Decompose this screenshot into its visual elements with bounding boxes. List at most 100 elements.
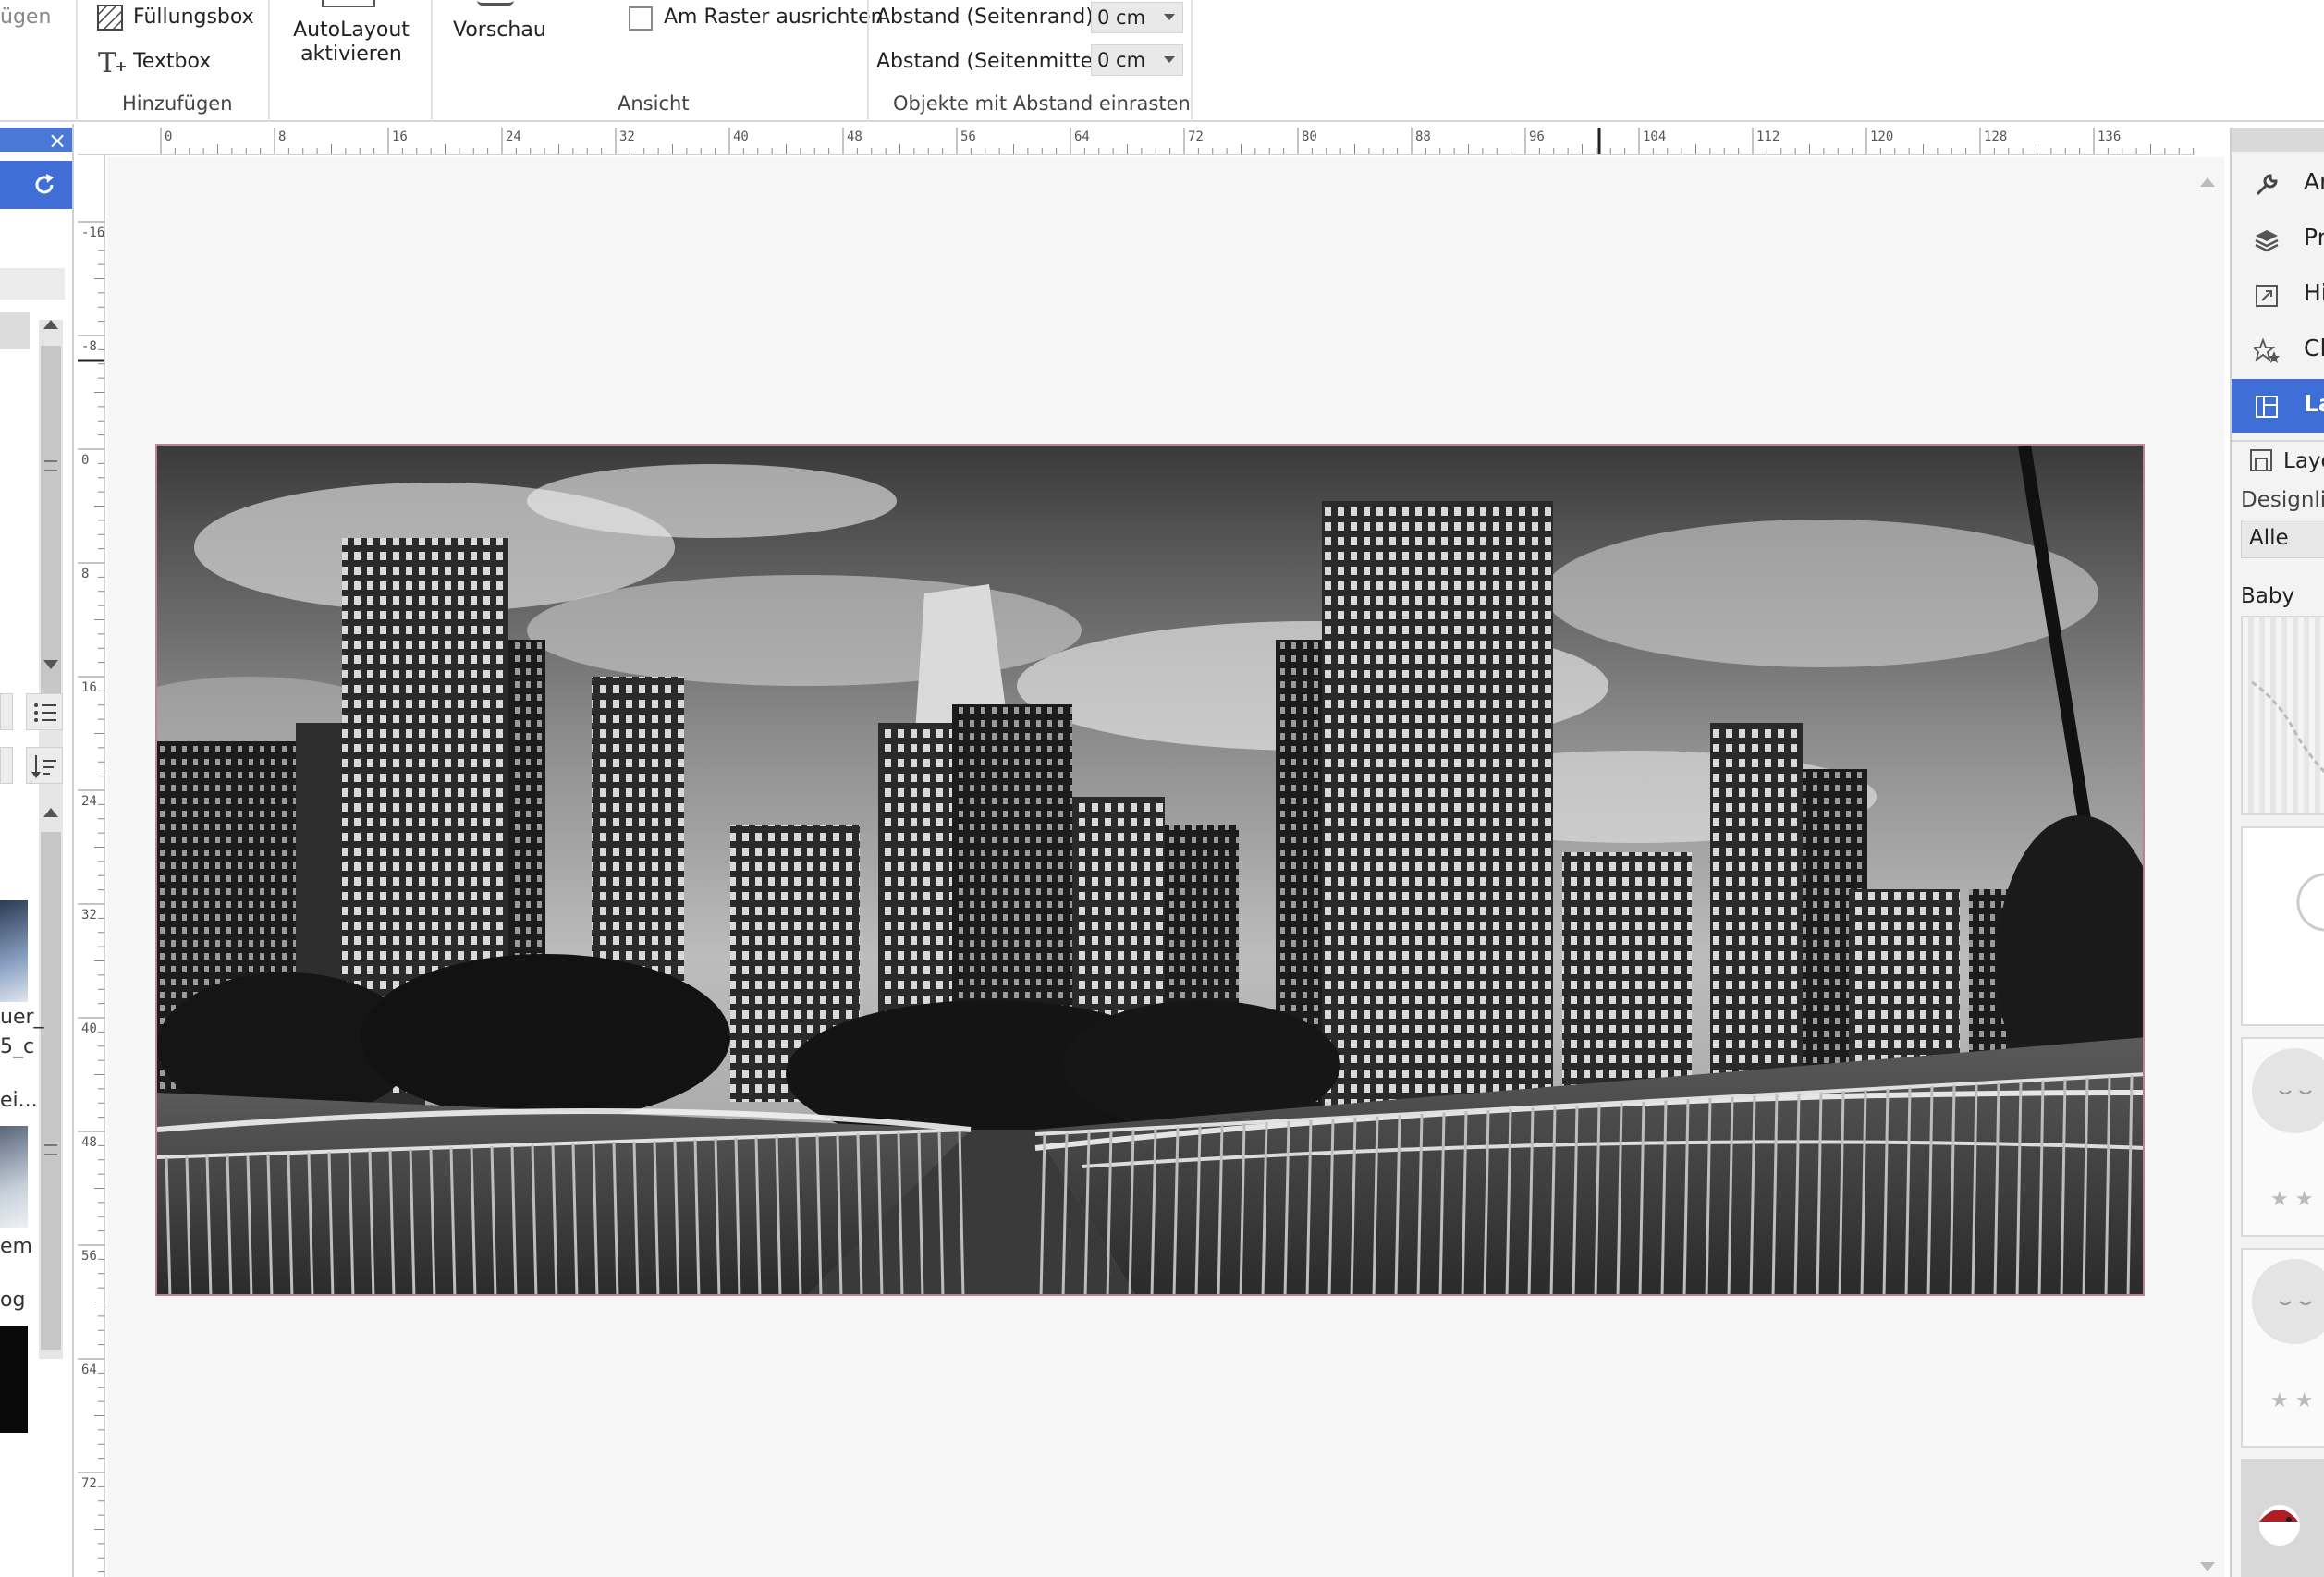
ruler-label: 136: [2098, 129, 2122, 144]
left-list-header: [0, 312, 30, 349]
ruler-label: 56: [81, 1249, 97, 1264]
ruler-label: 16: [392, 129, 408, 144]
ribbon-separator: [431, 0, 433, 122]
margin-page-center-dropdown[interactable]: 0 cm: [1091, 44, 1183, 76]
list-view-button[interactable]: [26, 693, 63, 730]
scroll-down-icon[interactable]: [2200, 1562, 2215, 1571]
right-nav-item-la[interactable]: La: [2232, 379, 2324, 433]
layout-thumbnail[interactable]: ★ ★: [2241, 1037, 2324, 1237]
left-panel-header: ×: [0, 128, 72, 152]
left-panel-button[interactable]: [0, 747, 13, 784]
image-link-icon: [2256, 285, 2278, 307]
layout-thumbnail[interactable]: [2241, 826, 2324, 1026]
whale-icon: [2251, 680, 2324, 774]
scroll-up-icon[interactable]: [43, 808, 58, 817]
moon-icon: ★ ★: [2252, 1048, 2324, 1211]
close-icon[interactable]: ×: [48, 129, 67, 152]
scroll-down-icon[interactable]: [43, 660, 58, 669]
list-item-label: em: [0, 1235, 32, 1258]
scroll-up-icon[interactable]: [2200, 177, 2215, 187]
right-nav-item-cl[interactable]: Cl: [2232, 324, 2324, 377]
layout-thumbnail[interactable]: ★ ★: [2241, 1248, 2324, 1448]
sort-button[interactable]: [26, 747, 63, 784]
fill-box-icon[interactable]: [96, 4, 124, 31]
ruler-label: 16: [81, 680, 97, 695]
ruler-label: 112: [1756, 129, 1780, 144]
ruler-label: 120: [1870, 129, 1894, 144]
bear-icon: [2296, 873, 2324, 932]
ruler-label: 104: [1643, 129, 1667, 144]
category-label: Baby: [2241, 584, 2295, 608]
right-nav-label: Hi: [2304, 279, 2324, 306]
ruler-label: 48: [847, 129, 862, 144]
right-panel-header: [2232, 128, 2324, 152]
ruler-label: 48: [81, 1135, 97, 1150]
city-skyline-image: [157, 446, 2143, 1294]
ruler-label: 88: [1415, 129, 1431, 144]
layout-thumbnail[interactable]: [2241, 1459, 2324, 1577]
right-panel: Ar Pr Hi Cl La Lay: [2230, 128, 2324, 1577]
left-search-field[interactable]: [0, 268, 65, 300]
scroll-up-icon[interactable]: [43, 320, 58, 329]
ruler-label: 8: [278, 129, 287, 144]
ruler-label: 64: [81, 1363, 97, 1377]
scrollbar-thumb[interactable]: [41, 832, 61, 1350]
left-thumbnail[interactable]: [0, 1126, 28, 1228]
preview-icon[interactable]: [477, 0, 514, 6]
left-panel-button[interactable]: [0, 693, 13, 730]
ruler-label: 40: [81, 1021, 97, 1036]
margin-page-center-label: Abstand (Seitenmitte):: [876, 50, 1108, 73]
layout-thumbnail[interactable]: [2241, 616, 2324, 815]
designline-value: Alle: [2249, 526, 2289, 550]
layout-label: Layo: [2283, 449, 2324, 473]
ruler-horizontal: 0816243240485664728088961041121201281361…: [78, 128, 2195, 155]
wrench-icon: [2256, 174, 2278, 196]
right-nav-item-hi[interactable]: Hi: [2232, 268, 2324, 322]
ribbon-cut-text: ügen: [0, 6, 52, 29]
designline-label: Designlin: [2241, 488, 2324, 512]
left-panel: × uer_ 5_c ei... em og: [0, 124, 74, 1577]
photo-frame[interactable]: [155, 444, 2145, 1296]
ribbon-separator: [867, 0, 869, 122]
right-nav-item-pr[interactable]: Pr: [2232, 213, 2324, 266]
ruler-label: 72: [1188, 129, 1204, 144]
right-nav-label: Ar: [2304, 168, 2324, 195]
layers-icon: [2255, 230, 2279, 252]
ruler-label: 96: [1529, 129, 1545, 144]
autolayout-button[interactable]: AutoLayout aktivieren: [277, 18, 425, 67]
designline-dropdown[interactable]: Alle: [2241, 520, 2324, 558]
margin-page-edge-value: 0 cm: [1097, 6, 1146, 29]
ruler-vertical: -16 -8 0 8 16 24 32 40 48 56 64 72: [78, 155, 105, 1577]
text-box-button[interactable]: Textbox: [133, 50, 211, 73]
svg-text:★ ★: ★ ★: [2270, 1188, 2313, 1211]
left-thumbnail[interactable]: [0, 900, 28, 1002]
snap-grid-checkbox[interactable]: [629, 6, 653, 31]
svg-text:★ ★: ★ ★: [2270, 1389, 2313, 1412]
preview-button[interactable]: Vorschau: [453, 18, 546, 42]
ruler-label: 80: [1302, 129, 1317, 144]
layout-save-icon[interactable]: [2248, 447, 2274, 473]
ruler-label: 32: [619, 129, 635, 144]
refresh-icon[interactable]: [31, 172, 57, 198]
ribbon-separator: [76, 0, 78, 122]
ribbon-separator: [268, 0, 270, 122]
group-label-view: Ansicht: [618, 92, 690, 115]
group-label-snap: Objekte mit Abstand einrasten: [893, 92, 1191, 115]
fill-box-button[interactable]: Füllungsbox: [133, 6, 254, 29]
chevron-down-icon: [1164, 14, 1175, 20]
ribbon-toolbar: ügen Füllungsbox T Textbox Hinzufügen Au…: [0, 0, 2324, 122]
grip-icon: [44, 1144, 57, 1155]
ruler-label: 0: [165, 129, 173, 144]
list-icon: [34, 703, 56, 722]
right-nav-item-ar[interactable]: Ar: [2232, 157, 2324, 211]
right-nav-label: Pr: [2304, 224, 2324, 251]
autolayout-icon[interactable]: [322, 0, 375, 7]
ribbon-separator: [1191, 0, 1193, 122]
svg-text:T: T: [98, 48, 116, 78]
right-nav-label: La: [2304, 390, 2324, 417]
left-thumbnail[interactable]: [0, 1326, 28, 1433]
list-item-label: 5_c: [0, 1035, 35, 1058]
ruler-label: 24: [81, 794, 97, 809]
text-box-icon[interactable]: T: [96, 48, 126, 78]
margin-page-edge-dropdown[interactable]: 0 cm: [1091, 2, 1183, 33]
